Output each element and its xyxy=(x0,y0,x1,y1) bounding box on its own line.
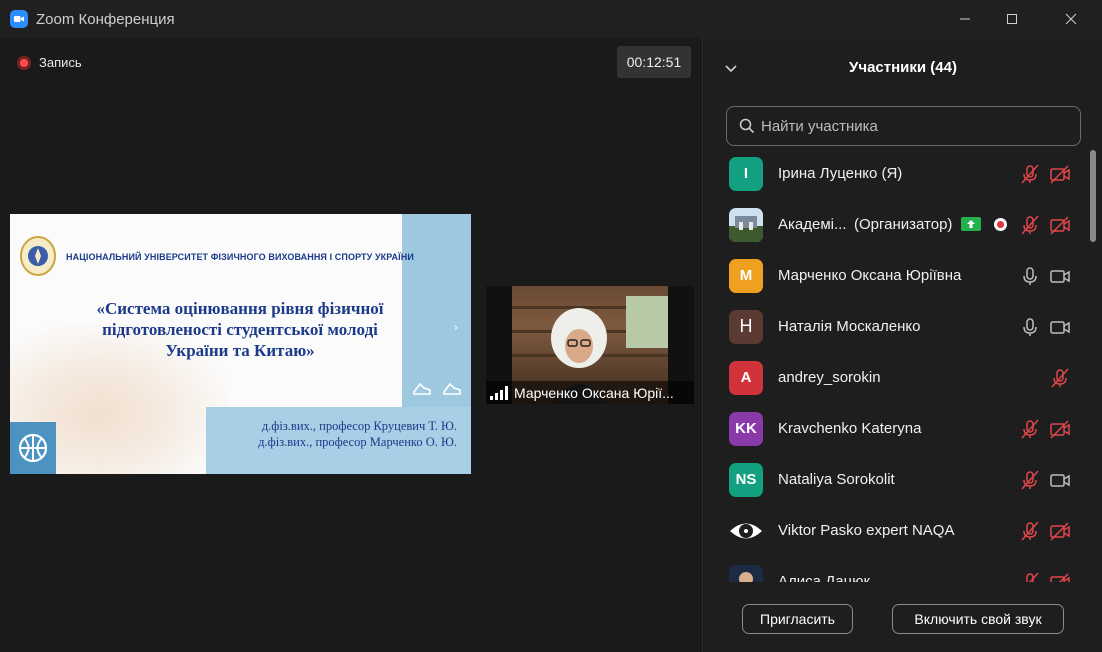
meeting-timer: 00:12:51 xyxy=(617,46,691,78)
slide-title-line: підготовленості студентської молоді xyxy=(102,320,378,339)
participant-row[interactable]: M Марченко Оксана Юріївна xyxy=(703,250,1087,301)
video-window xyxy=(626,296,668,348)
avatar xyxy=(729,207,763,242)
scrollbar-thumb[interactable] xyxy=(1090,150,1096,242)
participant-row[interactable]: Viktor Pasko expert NAQA xyxy=(703,505,1087,556)
slide-university-name: НАЦІОНАЛЬНИЙ УНІВЕРСИТЕТ ФІЗИЧНОГО ВИХОВ… xyxy=(66,252,414,262)
participant-video-tile[interactable]: Марченко Оксана Юрії... xyxy=(486,286,694,404)
participant-name: andrey_sorokin xyxy=(778,369,881,386)
connection-signal-icon xyxy=(490,385,508,400)
maximize-button[interactable] xyxy=(989,0,1035,38)
slide-arrow: › xyxy=(454,322,458,334)
minimize-icon xyxy=(960,18,970,20)
avatar: I xyxy=(729,156,763,191)
mic-muted-icon[interactable] xyxy=(1049,367,1071,389)
close-icon xyxy=(1065,13,1077,25)
mic-muted-icon[interactable] xyxy=(1019,163,1041,185)
participant-row[interactable]: A andrey_sorokin xyxy=(703,352,1087,403)
participants-list: I Ірина Луценко (Я) Академі... (Организа… xyxy=(703,148,1087,582)
participant-search-box[interactable] xyxy=(726,106,1081,146)
zoom-logo-icon xyxy=(10,10,28,28)
participant-row[interactable]: Алиса Дацюк xyxy=(703,556,1087,582)
participant-name: Академі... xyxy=(778,216,847,233)
avatar xyxy=(729,513,763,548)
sneaker-icon xyxy=(413,382,431,395)
mic-icon[interactable] xyxy=(1019,265,1041,287)
sneaker-icon xyxy=(443,382,461,395)
university-crest-icon xyxy=(20,236,56,276)
avatar: A xyxy=(729,360,763,395)
video-off-icon[interactable] xyxy=(1049,418,1071,440)
search-input[interactable] xyxy=(761,117,1061,135)
video-off-icon[interactable] xyxy=(1049,520,1071,542)
video-participant-name: Марченко Оксана Юрії... xyxy=(514,384,674,401)
video-off-icon[interactable] xyxy=(1049,214,1071,236)
participants-scrollbar[interactable] xyxy=(1089,148,1097,584)
video-off-icon[interactable] xyxy=(1049,163,1071,185)
video-icon[interactable] xyxy=(1049,469,1071,491)
avatar: M xyxy=(729,258,763,293)
mic-icon[interactable] xyxy=(1019,316,1041,338)
invite-button[interactable]: Пригласить xyxy=(742,604,853,634)
recording-indicator[interactable]: Запись xyxy=(17,55,82,70)
video-icon[interactable] xyxy=(1049,316,1071,338)
meeting-stage: Запись 00:12:51 НАЦІОНАЛЬНИЙ УНІВЕРСИТЕТ… xyxy=(0,38,702,652)
slide-title-line: України та Китаю» xyxy=(165,341,315,360)
slide-author: д.фіз.вих., професор Круцевич Т. Ю. xyxy=(261,419,457,433)
shared-screen-slide[interactable]: НАЦІОНАЛЬНИЙ УНІВЕРСИТЕТ ФІЗИЧНОГО ВИХОВ… xyxy=(10,214,471,474)
participants-panel: Участники (44) I Ірина Луценко (Я) Акаде… xyxy=(702,38,1102,652)
slide-author: д.фіз.вих., професор Марченко О. Ю. xyxy=(258,435,457,449)
eye-logo-icon xyxy=(730,523,762,538)
maximize-icon xyxy=(1007,14,1017,24)
unmute-button[interactable]: Включить свой звук xyxy=(892,604,1064,634)
mic-muted-icon[interactable] xyxy=(1019,418,1041,440)
mic-muted-icon[interactable] xyxy=(1019,571,1041,582)
minimize-button[interactable] xyxy=(942,0,988,38)
mic-muted-icon[interactable] xyxy=(1019,214,1041,236)
participant-role: (Организатор) xyxy=(854,216,953,233)
close-button[interactable] xyxy=(1048,0,1094,38)
basketball-icon xyxy=(10,422,56,474)
participant-row[interactable]: H Наталія Москаленко xyxy=(703,301,1087,352)
participant-name: Viktor Pasko expert NAQA xyxy=(778,522,955,539)
recording-label: Запись xyxy=(39,55,82,70)
avatar: H xyxy=(729,309,763,344)
video-off-icon[interactable] xyxy=(1049,571,1071,582)
title-bar: Zoom Конференция xyxy=(0,0,1102,38)
avatar: NS xyxy=(729,462,763,497)
participant-name: Kravchenko Kateryna xyxy=(778,420,922,437)
participant-name: Ірина Луценко (Я) xyxy=(778,165,903,182)
mic-muted-icon[interactable] xyxy=(1019,469,1041,491)
window-title: Zoom Конференция xyxy=(36,10,175,28)
participant-row[interactable]: I Ірина Луценко (Я) xyxy=(703,148,1087,199)
avatar xyxy=(729,564,763,582)
mic-muted-icon[interactable] xyxy=(1019,520,1041,542)
search-icon xyxy=(739,118,755,134)
avatar-photo xyxy=(729,564,763,582)
screen-share-icon xyxy=(961,217,981,231)
video-name-label: Марченко Оксана Юрії... xyxy=(486,381,694,404)
participant-row[interactable]: NS Nataliya Sorokolit xyxy=(703,454,1087,505)
participant-row[interactable]: Академі... (Организатор) xyxy=(703,199,1087,250)
video-icon[interactable] xyxy=(1049,265,1071,287)
recording-icon xyxy=(994,218,1007,231)
avatar-photo xyxy=(729,207,763,242)
participant-name: Nataliya Sorokolit xyxy=(778,471,895,488)
slide-title: «Система оцінювання рівня фізичної підго… xyxy=(40,298,440,361)
recording-dot-icon xyxy=(17,55,31,70)
participant-name: Марченко Оксана Юріївна xyxy=(778,267,962,284)
participant-name: Алиса Дацюк xyxy=(778,573,871,582)
participant-name: Наталія Москаленко xyxy=(778,318,921,335)
participants-title: Участники (44) xyxy=(849,59,957,76)
slide-title-line: «Система оцінювання рівня фізичної xyxy=(96,299,384,318)
avatar: KK xyxy=(729,411,763,446)
participant-row[interactable]: KK Kravchenko Kateryna xyxy=(703,403,1087,454)
